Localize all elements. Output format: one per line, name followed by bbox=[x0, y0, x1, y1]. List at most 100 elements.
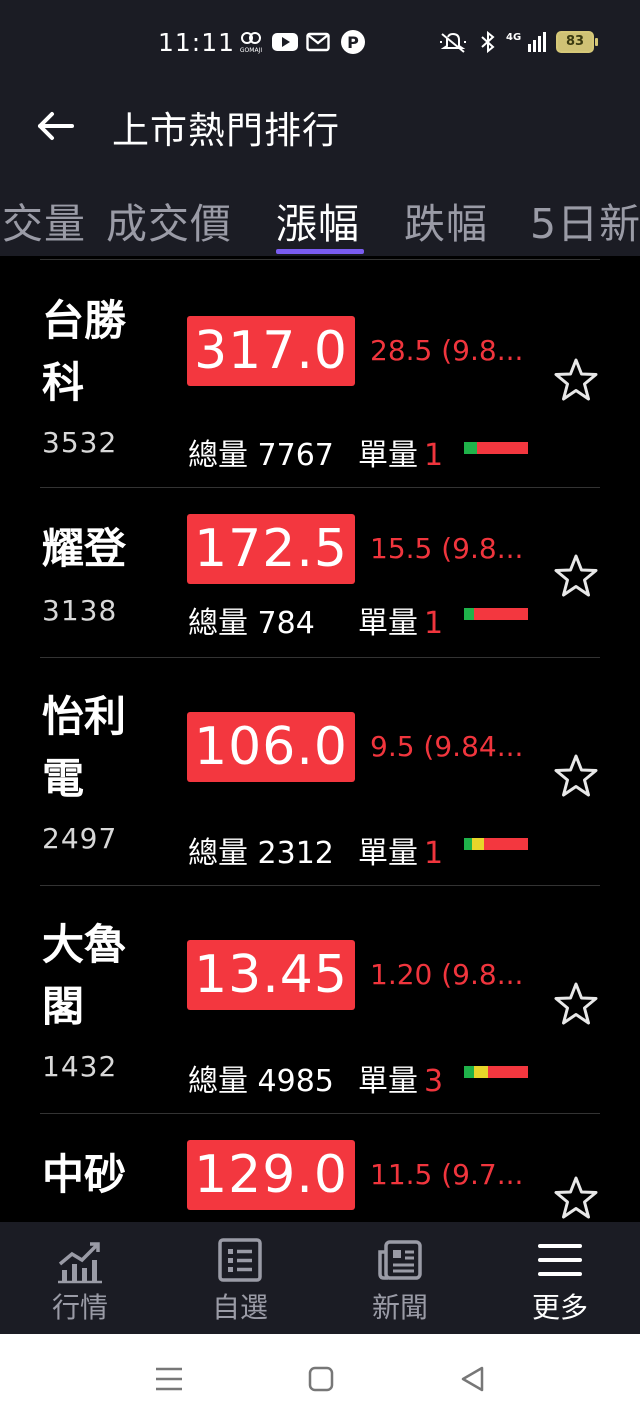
stock-code: 3138 bbox=[42, 594, 118, 627]
bottom-nav: 行情 自選 新聞 更多 bbox=[0, 1222, 640, 1334]
total-volume: 總量 4985 bbox=[188, 1056, 334, 1100]
bluetooth-icon bbox=[478, 30, 498, 54]
battery-icon: 83 bbox=[556, 31, 598, 53]
total-volume-value: 4985 bbox=[257, 1064, 334, 1099]
up-arrow-icon bbox=[345, 746, 355, 754]
stock-row[interactable]: 台勝科 3532 317.0 28.5 (9.8... 總量 7767 單量 1 bbox=[0, 260, 640, 488]
single-volume-value: 3 bbox=[424, 1064, 444, 1099]
status-time: 11:11 bbox=[158, 28, 236, 57]
tab-loss[interactable]: 跌幅 bbox=[404, 190, 488, 250]
bid-ask-ratio-bar bbox=[464, 838, 528, 850]
home-icon[interactable] bbox=[306, 1364, 336, 1394]
total-volume-label: 總量 bbox=[188, 836, 248, 871]
stock-row[interactable]: 中砂 129.0 11.5 (9.7... bbox=[0, 1114, 640, 1222]
youtube-icon bbox=[272, 30, 298, 54]
up-arrow-icon bbox=[345, 1174, 355, 1182]
favorite-star-icon[interactable] bbox=[552, 356, 600, 404]
gomaji-text: GOMAJI bbox=[240, 47, 262, 54]
nav-label: 更多 bbox=[531, 1291, 588, 1324]
price-box: 106.0 bbox=[187, 712, 355, 782]
app-header: 上市熱門排行 bbox=[0, 84, 640, 172]
change-text: 11.5 (9.7... bbox=[370, 1158, 524, 1191]
stock-row[interactable]: 大魯閣 1432 13.45 1.20 (9.8... 總量 4985 單量 3 bbox=[0, 886, 640, 1114]
tab-gain[interactable]: 漲幅 bbox=[276, 190, 360, 250]
parking-icon: P bbox=[340, 30, 366, 54]
single-volume-value: 1 bbox=[424, 438, 444, 473]
tab-5day-high[interactable]: 5日新高 bbox=[530, 190, 640, 250]
up-arrow-icon bbox=[345, 350, 355, 358]
price-box: 129.0 bbox=[187, 1140, 355, 1210]
mute-icon bbox=[438, 30, 468, 54]
stock-code: 3532 bbox=[42, 426, 118, 459]
up-arrow-icon bbox=[345, 548, 355, 556]
total-volume-value: 784 bbox=[257, 606, 315, 641]
back-triangle-icon[interactable] bbox=[458, 1364, 488, 1394]
change-text: 1.20 (9.8... bbox=[370, 958, 524, 991]
change-text: 28.5 (9.8... bbox=[370, 334, 524, 367]
stock-row[interactable]: 怡利電 2497 106.0 9.5 (9.84... 總量 2312 單量 1 bbox=[0, 658, 640, 886]
market-chart-icon bbox=[56, 1238, 104, 1284]
page-title: 上市熱門排行 bbox=[112, 109, 340, 152]
back-arrow-icon[interactable] bbox=[34, 102, 82, 150]
signal-4g-icon: 4G bbox=[506, 30, 548, 54]
total-volume-value: 2312 bbox=[257, 836, 334, 871]
total-volume: 總量 7767 bbox=[188, 430, 334, 474]
change-text: 9.5 (9.84... bbox=[370, 730, 524, 763]
system-nav-bar bbox=[0, 1334, 640, 1422]
price-box: 317.0 bbox=[187, 316, 355, 386]
tab-volume[interactable]: 成交量 bbox=[0, 190, 86, 250]
single-volume-label: 單量 bbox=[358, 606, 418, 641]
nav-more[interactable]: 更多 bbox=[500, 1222, 620, 1334]
active-tab-indicator bbox=[276, 249, 364, 254]
stock-name: 台勝科 bbox=[42, 296, 127, 407]
favorite-star-icon[interactable] bbox=[552, 552, 600, 600]
single-volume-value: 1 bbox=[424, 836, 444, 871]
stock-name: 怡利電 bbox=[42, 692, 127, 803]
ranking-tabs: 成交量 成交價 漲幅 跌幅 5日新高 bbox=[0, 172, 640, 256]
nav-label: 自選 bbox=[211, 1291, 268, 1324]
news-icon bbox=[376, 1238, 424, 1284]
total-volume: 總量 2312 bbox=[188, 828, 334, 872]
menu-icon bbox=[536, 1238, 584, 1284]
bid-ask-ratio-bar bbox=[464, 1066, 528, 1078]
single-volume-label: 單量 bbox=[358, 836, 418, 871]
network-label: 4G bbox=[506, 32, 521, 43]
nav-news[interactable]: 新聞 bbox=[340, 1222, 460, 1334]
single-volume-label: 單量 bbox=[358, 438, 418, 473]
nav-watchlist[interactable]: 自選 bbox=[180, 1222, 300, 1334]
single-volume-label: 單量 bbox=[358, 1064, 418, 1099]
price-box: 13.45 bbox=[187, 940, 355, 1010]
mail-icon bbox=[306, 30, 330, 54]
change-text: 15.5 (9.8... bbox=[370, 532, 524, 565]
bid-ask-ratio-bar bbox=[464, 608, 528, 620]
stock-code: 2497 bbox=[42, 822, 118, 855]
single-volume: 單量 3 bbox=[358, 1056, 443, 1100]
stock-name: 中砂 bbox=[42, 1150, 127, 1199]
price-box: 172.5 bbox=[187, 514, 355, 584]
stock-name: 大魯閣 bbox=[42, 920, 127, 1031]
stock-list: 台勝科 3532 317.0 28.5 (9.8... 總量 7767 單量 1 … bbox=[0, 256, 640, 1222]
total-volume-label: 總量 bbox=[188, 1064, 248, 1099]
nav-market[interactable]: 行情 bbox=[20, 1222, 140, 1334]
bid-ask-ratio-bar bbox=[464, 442, 528, 454]
stock-row[interactable]: 耀登 3138 172.5 15.5 (9.8... 總量 784 單量 1 bbox=[0, 488, 640, 658]
total-volume: 總量 784 bbox=[188, 598, 315, 642]
favorite-star-icon[interactable] bbox=[552, 1174, 600, 1222]
svg-text:P: P bbox=[347, 33, 359, 52]
single-volume: 單量 1 bbox=[358, 828, 443, 872]
nav-label: 新聞 bbox=[371, 1291, 428, 1324]
stock-name: 耀登 bbox=[42, 524, 127, 573]
up-arrow-icon bbox=[345, 974, 355, 982]
recent-apps-icon[interactable] bbox=[154, 1364, 184, 1394]
favorite-star-icon[interactable] bbox=[552, 752, 600, 800]
nav-label: 行情 bbox=[51, 1291, 108, 1324]
single-volume: 單量 1 bbox=[358, 430, 443, 474]
total-volume-value: 7767 bbox=[257, 438, 334, 473]
favorite-star-icon[interactable] bbox=[552, 980, 600, 1028]
tab-price[interactable]: 成交價 bbox=[106, 190, 232, 250]
status-bar: 11:11 GOMAJI P 4G 83 bbox=[0, 0, 640, 84]
gomaji-icon: GOMAJI bbox=[238, 30, 264, 54]
total-volume-label: 總量 bbox=[188, 438, 248, 473]
watchlist-icon bbox=[216, 1238, 264, 1284]
stock-code: 1432 bbox=[42, 1050, 118, 1083]
